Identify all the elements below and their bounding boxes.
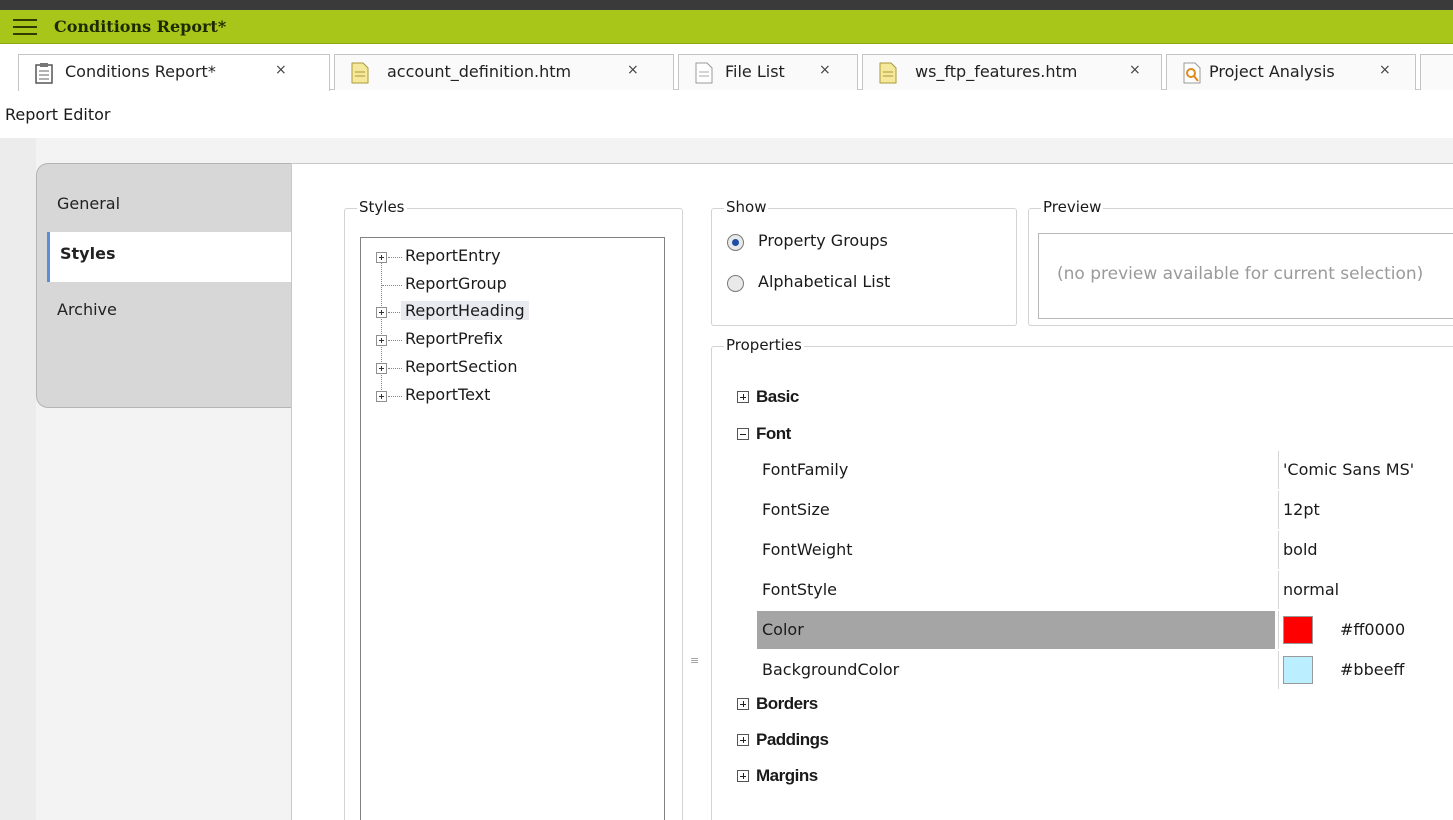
clipboard-icon — [35, 63, 53, 84]
side-tab-bar: General Styles Archive — [36, 163, 295, 408]
prop-row-fontsize[interactable]: FontSize 12pt — [757, 491, 1453, 531]
close-icon[interactable]: × — [1129, 62, 1141, 78]
side-tab-styles[interactable]: Styles — [47, 232, 295, 282]
radio-label: Property Groups — [758, 231, 888, 250]
show-group-title: Show — [724, 198, 769, 216]
expand-icon[interactable] — [376, 252, 387, 263]
prop-key: FontFamily — [762, 460, 849, 479]
prop-row-fontfamily[interactable]: FontFamily 'Comic Sans MS' — [757, 451, 1453, 491]
window-top-edge — [0, 0, 1453, 10]
app-title: Conditions Report* — [54, 17, 227, 36]
preview-group-title: Preview — [1041, 198, 1104, 216]
prop-value[interactable]: 12pt — [1278, 491, 1453, 529]
expand-icon[interactable] — [376, 307, 387, 318]
document-tab-strip: Conditions Report* × account_definition.… — [0, 44, 1453, 98]
prop-key: FontSize — [762, 500, 830, 519]
tree-item-label: ReportEntry — [405, 246, 501, 265]
radio-button[interactable] — [727, 234, 744, 251]
expand-icon[interactable] — [376, 391, 387, 402]
tab-ws-ftp-features[interactable]: ws_ftp_features.htm × — [862, 54, 1162, 90]
prop-group-label: Basic — [756, 387, 799, 406]
side-tab-general[interactable]: General — [57, 194, 120, 224]
prop-row-backgroundcolor[interactable]: BackgroundColor #bbeeff — [757, 651, 1453, 691]
tree-item-label: ReportPrefix — [405, 329, 504, 348]
app-titlebar: Conditions Report* — [0, 10, 1453, 44]
properties-group-title: Properties — [724, 336, 804, 354]
tab-label: Conditions Report* — [65, 62, 216, 81]
tab-label: File List — [725, 62, 785, 81]
prop-row-color[interactable]: Color #ff0000 — [757, 611, 1453, 651]
editor-title: Report Editor — [5, 105, 111, 124]
color-value: #ff0000 — [1340, 620, 1406, 639]
tab-label: account_definition.htm — [387, 62, 572, 81]
tab-overflow[interactable] — [1420, 54, 1453, 90]
tab-label: ws_ftp_features.htm — [915, 62, 1078, 81]
styles-group-title: Styles — [357, 198, 407, 216]
prop-value[interactable]: normal — [1278, 571, 1453, 609]
tab-row: Conditions Report* × account_definition.… — [18, 54, 1453, 91]
preview-placeholder: (no preview available for current select… — [1057, 264, 1424, 284]
radio-label: Alphabetical List — [758, 272, 891, 291]
tab-account-definition[interactable]: account_definition.htm × — [334, 54, 674, 90]
html-file-icon — [351, 62, 369, 84]
tab-label: Project Analysis — [1209, 62, 1335, 81]
tree-item-label: ReportSection — [405, 357, 518, 376]
left-gutter — [0, 138, 36, 820]
color-swatch[interactable] — [1283, 656, 1313, 684]
prop-group-label: Paddings — [756, 730, 829, 749]
tree-connector — [381, 258, 382, 398]
prop-group-label: Font — [756, 424, 791, 443]
show-group: Show Property Groups Alphabetical List — [711, 198, 1017, 326]
expand-icon[interactable] — [737, 391, 749, 403]
preview-group: Preview (no preview available for curren… — [1028, 198, 1453, 326]
radio-button[interactable] — [727, 275, 744, 292]
prop-value[interactable]: bold — [1278, 531, 1453, 569]
prop-value[interactable]: 'Comic Sans MS' — [1278, 451, 1453, 489]
prop-row-fontweight[interactable]: FontWeight bold — [757, 531, 1453, 571]
prop-key: FontWeight — [762, 540, 853, 559]
close-icon[interactable]: × — [1379, 62, 1391, 78]
prop-key: BackgroundColor — [762, 660, 900, 679]
document-icon — [695, 62, 713, 84]
expand-icon[interactable] — [737, 770, 749, 782]
tab-file-list[interactable]: File List × — [678, 54, 858, 90]
prop-key: FontStyle — [762, 580, 838, 599]
tree-item-label: ReportText — [405, 385, 491, 404]
tab-conditions-report[interactable]: Conditions Report* × — [18, 54, 330, 91]
editor-content: General Styles Archive Styles ReportEntr… — [0, 138, 1453, 820]
close-icon[interactable]: × — [275, 62, 287, 78]
properties-group: Properties Basic Font FontFamily 'Comic … — [711, 336, 1453, 820]
close-icon[interactable]: × — [627, 62, 639, 78]
tree-item-label: ReportGroup — [405, 274, 507, 293]
editor-header: Report Editor — [0, 98, 1453, 138]
preview-box: (no preview available for current select… — [1038, 233, 1453, 319]
collapse-icon[interactable] — [737, 428, 749, 440]
styles-group: Styles ReportEntry ReportGroup ReportHea… — [344, 198, 683, 820]
tree-item-label: ReportHeading — [401, 301, 529, 320]
prop-key: Color — [757, 611, 1275, 649]
html-file-icon — [879, 62, 897, 84]
prop-row-fontstyle[interactable]: FontStyle normal — [757, 571, 1453, 611]
styles-page: Styles ReportEntry ReportGroup ReportHea… — [291, 163, 1453, 820]
color-value: #bbeeff — [1340, 660, 1405, 679]
hamburger-menu-icon[interactable] — [13, 19, 37, 36]
close-icon[interactable]: × — [819, 62, 831, 78]
expand-icon[interactable] — [376, 335, 387, 346]
prop-group-label: Borders — [756, 694, 818, 713]
styles-tree[interactable]: ReportEntry ReportGroup ReportHeading Re… — [360, 237, 665, 820]
color-swatch[interactable] — [1283, 616, 1313, 644]
prop-value[interactable]: #ff0000 — [1278, 611, 1453, 649]
side-tab-archive[interactable]: Archive — [57, 300, 117, 330]
expand-icon[interactable] — [737, 698, 749, 710]
tab-project-analysis[interactable]: Project Analysis × — [1166, 54, 1416, 90]
prop-value[interactable]: #bbeeff — [1278, 651, 1453, 689]
expand-icon[interactable] — [376, 363, 387, 374]
expand-icon[interactable] — [737, 734, 749, 746]
splitter-grip[interactable]: ≡ — [690, 654, 699, 667]
analysis-icon — [1183, 62, 1201, 84]
prop-group-label: Margins — [756, 766, 818, 785]
